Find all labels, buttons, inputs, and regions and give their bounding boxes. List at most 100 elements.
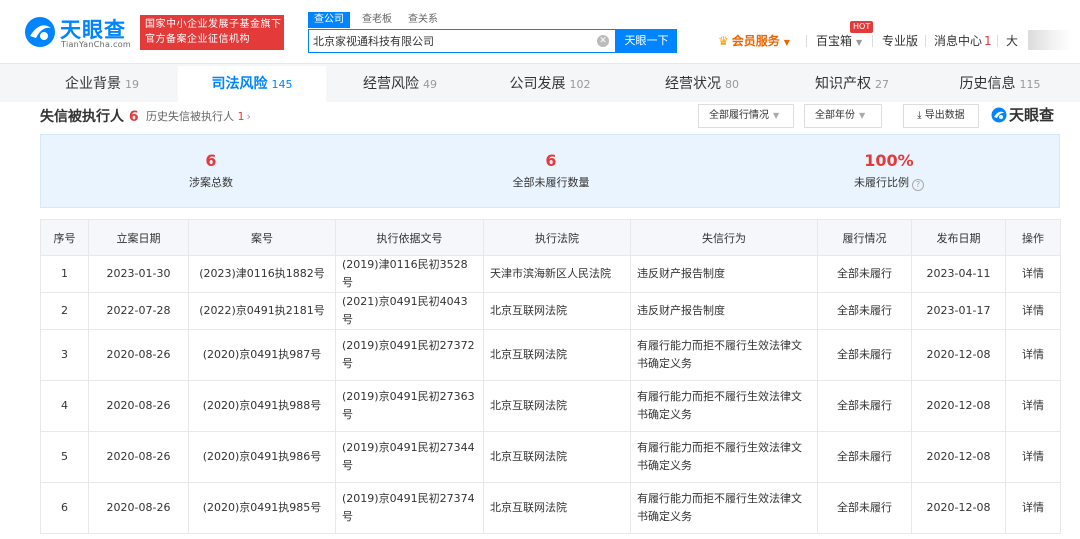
table-row: 4 2020-08-26 (2020)京0491执988号 (2019)京049… — [40, 380, 1061, 432]
stat-label: 未履行比例? — [789, 175, 989, 191]
filter-year-select[interactable]: 全部年份 ▼ — [804, 104, 882, 128]
cell-basis-document: (2019)京0491民初27344号 — [335, 431, 484, 483]
cell-index: 2 — [40, 292, 89, 330]
tab-count: 80 — [725, 78, 739, 91]
dishonest-debtor-section: 失信被执行人 6 历史失信被执行人 1 › 全部履行情况 ▼ 全部年份 ▼ ⤓ 导出数据… — [0, 102, 1080, 539]
cell-fulfillment: 全部未履行 — [817, 329, 912, 381]
search-tab-boss[interactable]: 查老板 — [362, 12, 392, 28]
column-header: 立案日期 — [88, 219, 189, 256]
cell-dishonest-behavior: 违反财产报告制度 — [630, 292, 818, 330]
cell-dishonest-behavior: 有履行能力而拒不履行生效法律文书确定义务 — [630, 482, 818, 534]
table-header-row: 序号 立案日期 案号 执行依据文号 执行法院 失信行为 履行情况 发布日期 操作 — [40, 219, 1061, 256]
cell-dishonest-behavior: 违反财产报告制度 — [630, 255, 818, 293]
avatar[interactable] — [1028, 30, 1072, 50]
tab-business-status[interactable]: 经营状况 80 — [626, 66, 778, 102]
filter-year-label: 全部年份 — [815, 110, 855, 121]
column-header: 执行法院 — [483, 219, 631, 256]
toolbox-menu[interactable]: 百宝箱 ▼ — [816, 33, 862, 51]
cell-court: 北京互联网法院 — [483, 292, 631, 330]
tab-intellectual-property[interactable]: 知识产权 27 — [778, 66, 926, 102]
logo-subtext: TianYanCha.com — [61, 40, 131, 49]
tab-label: 公司发展 — [509, 76, 566, 92]
tianyancha-logo[interactable]: 天眼查 TianYanCha.com — [24, 14, 136, 50]
cell-filing-date: 2020-08-26 — [88, 329, 189, 381]
clear-icon[interactable]: ✕ — [597, 35, 609, 47]
history-label: 历史失信被执行人 — [146, 110, 234, 123]
cell-publish-date: 2020-12-08 — [911, 380, 1006, 432]
cell-index: 3 — [40, 329, 89, 381]
cell-fulfillment: 全部未履行 — [817, 482, 912, 534]
stat-label: 涉案总数 — [189, 176, 233, 189]
history-count: 1 — [237, 110, 245, 123]
tab-company-development[interactable]: 公司发展 102 — [474, 66, 626, 102]
detail-link[interactable]: 详情 — [1005, 380, 1061, 432]
cell-basis-document: (2019)京0491民初27372号 — [335, 329, 484, 381]
cell-publish-date: 2020-12-08 — [911, 482, 1006, 534]
tab-judicial-risk[interactable]: 司法风险 145 — [178, 66, 326, 102]
cell-case-number: (2020)京0491执988号 — [188, 380, 336, 432]
cell-index: 6 — [40, 482, 89, 534]
cell-dishonest-behavior: 有履行能力而拒不履行生效法律文书确定义务 — [630, 431, 818, 483]
cell-publish-date: 2020-12-08 — [911, 431, 1006, 483]
cell-case-number: (2020)京0491执987号 — [188, 329, 336, 381]
cell-filing-date: 2020-08-26 — [88, 482, 189, 534]
column-header: 发布日期 — [911, 219, 1006, 256]
tab-count: 102 — [569, 78, 591, 91]
cell-filing-date: 2020-08-26 — [88, 431, 189, 483]
stat-total-cases: 6 涉案总数 — [111, 135, 311, 191]
top-header: 天眼查 TianYanCha.com 国家中小企业发展子基金旗下 官方备案企业征… — [0, 0, 1080, 64]
cell-court: 北京互联网法院 — [483, 329, 631, 381]
detail-link[interactable]: 详情 — [1005, 255, 1061, 293]
column-header: 案号 — [188, 219, 336, 256]
tab-company-background[interactable]: 企业背景 19 — [26, 66, 178, 102]
tab-operational-risk[interactable]: 经营风险 49 — [326, 66, 474, 102]
cell-court: 天津市滨海新区人民法院 — [483, 255, 631, 293]
filter-fulfillment-select[interactable]: 全部履行情况 ▼ — [698, 104, 794, 128]
detail-link[interactable]: 详情 — [1005, 292, 1061, 330]
tab-label: 知识产权 — [815, 76, 871, 92]
message-center-link[interactable]: 消息中心 1 — [934, 33, 992, 49]
download-icon: ⤓ — [917, 110, 922, 121]
nav-divider — [872, 35, 873, 47]
cell-basis-document: (2019)京0491民初27363号 — [335, 380, 484, 432]
message-center-label: 消息中心 — [934, 34, 983, 48]
stat-unfulfilled-ratio: 100% 未履行比例? — [789, 135, 989, 191]
pro-version-link[interactable]: 专业版 — [882, 33, 918, 49]
cell-case-number: (2022)京0491执2181号 — [188, 292, 336, 330]
cell-fulfillment: 全部未履行 — [817, 380, 912, 432]
tab-history-info[interactable]: 历史信息 115 — [926, 66, 1074, 102]
detail-link[interactable]: 详情 — [1005, 431, 1061, 483]
cell-basis-document: (2019)津0116民初3528号 — [335, 255, 484, 293]
tab-count: 27 — [875, 78, 889, 91]
section-title-text: 失信被执行人 — [40, 109, 124, 125]
history-dishonest-link[interactable]: 历史失信被执行人 1 › — [146, 108, 251, 124]
cell-publish-date: 2020-12-08 — [911, 329, 1006, 381]
filter-fulfillment-label: 全部履行情况 — [709, 110, 769, 121]
table-row: 5 2020-08-26 (2020)京0491执986号 (2019)京049… — [40, 431, 1061, 483]
stat-value: 6 — [205, 151, 217, 170]
detail-link[interactable]: 详情 — [1005, 329, 1061, 381]
logo-mark-icon — [25, 17, 55, 47]
search-input[interactable] — [313, 33, 593, 49]
logo-mark-icon — [991, 107, 1007, 122]
column-header: 序号 — [40, 219, 89, 256]
search-tab-company[interactable]: 查公司 — [308, 12, 350, 28]
table-row: 3 2020-08-26 (2020)京0491执987号 (2019)京049… — [40, 329, 1061, 381]
cell-publish-date: 2023-04-11 — [911, 255, 1006, 293]
search-tab-relation[interactable]: 查关系 — [408, 12, 438, 28]
tab-count: 145 — [271, 78, 293, 91]
cell-publish-date: 2023-01-17 — [911, 292, 1006, 330]
vip-service-label: 会员服务 — [731, 34, 780, 48]
help-icon[interactable]: ? — [912, 179, 924, 191]
user-name[interactable]: 大 — [1006, 33, 1018, 49]
search-button[interactable]: 天眼一下 — [616, 29, 677, 53]
company-tabs: 企业背景 19 司法风险 145 经营风险 49 公司发展 102 经营状况 80 知识产… — [0, 66, 1080, 102]
tab-label: 企业背景 — [65, 76, 121, 92]
export-data-button[interactable]: ⤓ 导出数据 — [903, 104, 979, 128]
vip-service-menu[interactable]: ♛ 会员服务 ▼ — [718, 33, 790, 51]
detail-link[interactable]: 详情 — [1005, 482, 1061, 534]
export-label: 导出数据 — [924, 110, 965, 121]
summary-stats-panel: 6 涉案总数 6 全部未履行数量 100% 未履行比例? — [40, 134, 1060, 208]
cell-court: 北京互联网法院 — [483, 482, 631, 534]
cell-case-number: (2023)津0116执1882号 — [188, 255, 336, 293]
